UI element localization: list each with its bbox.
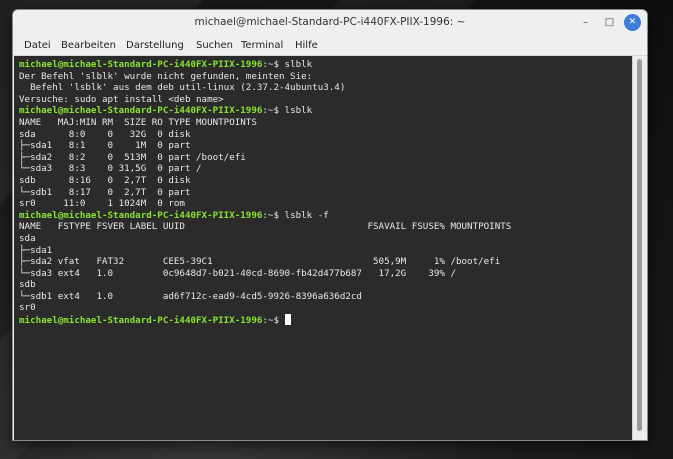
prompt-suffix: :~$ [262,105,285,117]
command-text: slblk [284,59,313,70]
command-text: lsblk [284,105,313,117]
output-line: ├─sda1 [19,244,53,256]
output-line: Befehl 'lsblk' aus dem deb util-linux (2… [19,82,346,94]
output-line: sda 8:0 0 32G 0 disk [19,128,191,140]
menu-bearbeiten[interactable]: Bearbeiten [61,35,116,55]
text-cursor [284,314,291,326]
output-line: ├─sda1 8:1 0 1M 0 part [19,140,191,152]
output-line: sda [19,232,36,244]
shell-prompt: michael@michael-Standard-PC-i440FX-PIIX-… [19,209,263,221]
shell-prompt: michael@michael-Standard-PC-i440FX-PIIX-… [19,105,263,117]
output-line: └─sdb1 8:17 0 2,7T 0 part [19,186,191,198]
shell-prompt: michael@michael-Standard-PC-i440FX-PIIX-… [19,59,263,70]
minimize-button[interactable]: – [577,14,594,31]
output-line: └─sda3 8:3 0 31,5G 0 part / [19,163,202,175]
output-line: └─sda3 ext4 1.0 0c9648d7-b021-40cd-8690-… [19,267,456,279]
prompt-suffix: :~$ [262,315,285,327]
output-line: ├─sda2 8:2 0 513M 0 part /boot/efi [19,151,246,163]
menu-bar: Datei Bearbeiten Darstellung Suchen Term… [13,35,647,56]
vertical-scrollbar[interactable] [632,56,647,440]
close-button[interactable]: ✕ [624,14,641,31]
menu-darstellung[interactable]: Darstellung [126,35,184,55]
command-line: michael@michael-Standard-PC-i440FX-PIIX-… [19,210,511,222]
shell-prompt: michael@michael-Standard-PC-i440FX-PIIX-… [19,315,263,327]
output-line: NAME FSTYPE FSVER LABEL UUID FSAVAIL FSU… [19,221,512,233]
output-line: sr0 [19,302,36,314]
menu-terminal[interactable]: Terminal [241,35,283,55]
prompt-suffix: :~$ [262,209,285,221]
terminal-window[interactable]: michael@michael-Standard-PC-i440FX-PIIX-… [12,9,648,441]
output-line: Der Befehl 'slblk' wurde nicht gefunden,… [19,70,313,82]
command-line: michael@michael-Standard-PC-i440FX-PIIX-… [19,314,511,326]
output-line: sr0 11:0 1 1024M 0 rom [19,198,185,210]
output-line: NAME MAJ:MIN RM SIZE RO TYPE MOUNTPOINTS [19,116,257,128]
scrollbar-thumb[interactable] [637,59,642,431]
window-title: michael@michael-Standard-PC-i440FX-PIIX-… [194,16,466,28]
terminal-output[interactable]: michael@michael-Standard-PC-i440FX-PIIX-… [14,56,632,440]
output-line: Versuche: sudo apt install <deb name> [19,93,224,105]
command-text: lsblk -f [284,209,329,221]
output-line: ├─sda2 vfat FAT32 CEE5-39C1 505,9M 1% /b… [19,256,501,268]
output-line: sdb 8:16 0 2,7T 0 disk [19,174,191,186]
command-line: michael@michael-Standard-PC-i440FX-PIIX-… [19,105,511,117]
command-line: michael@michael-Standard-PC-i440FX-PIIX-… [19,59,511,71]
menu-suchen[interactable]: Suchen [196,35,233,55]
maximize-button[interactable]: □ [601,14,618,31]
terminal-lines: michael@michael-Standard-PC-i440FX-PIIX-… [19,59,511,326]
output-line: └─sdb1 ext4 1.0 ad6f712c-ead9-4cd5-9926-… [19,290,362,302]
output-line: sdb [19,279,36,291]
menu-hilfe[interactable]: Hilfe [295,35,318,55]
menu-datei[interactable]: Datei [24,35,51,55]
title-bar[interactable]: michael@michael-Standard-PC-i440FX-PIIX-… [13,10,647,35]
prompt-suffix: :~$ [262,59,285,70]
